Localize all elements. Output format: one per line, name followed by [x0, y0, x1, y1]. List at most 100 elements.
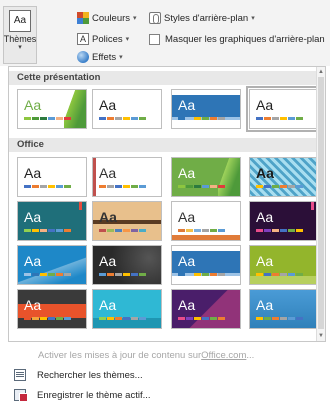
theme-thumbnail-berlin[interactable]: Aa [17, 289, 87, 329]
color-swatch [186, 273, 193, 276]
theme-thumbnail-retrospect[interactable]: Aa [171, 201, 241, 241]
color-swatch [218, 117, 225, 120]
color-swatch [280, 185, 287, 188]
chevron-down-icon: ▾ [18, 44, 22, 51]
color-swatch [99, 185, 106, 188]
color-swatch [123, 229, 130, 232]
background-styles-button[interactable]: Styles d'arrière-plan ▾ [149, 11, 255, 25]
fonts-button[interactable]: A Polices ▾ [77, 32, 129, 46]
theme-thumbnail-ion-dark[interactable]: Aa [17, 201, 87, 241]
color-swatch [186, 185, 193, 188]
checkbox-icon[interactable] [149, 33, 160, 45]
color-swatch [56, 317, 63, 320]
color-swatch [296, 117, 303, 120]
themes-gallery: Cette présentation Aa Aa Aa Aa Office Aa Aa A… [8, 66, 326, 342]
theme-color-swatches [178, 185, 225, 188]
theme-thumbnail-mesh-dark[interactable]: Aa [92, 245, 162, 285]
theme-thumbnail-integral-blue[interactable]: Aa [17, 245, 87, 285]
color-swatch [99, 273, 106, 276]
theme-thumbnail-office-2013[interactable]: Aa [92, 157, 162, 197]
scroll-up-icon[interactable]: ▲ [317, 68, 325, 76]
save-current-theme-item[interactable]: Enregistrer le thème actif... [14, 388, 151, 402]
theme-sample-text: Aa [99, 165, 117, 181]
theme-thumbnail-view[interactable]: Aa [92, 289, 162, 329]
theme-thumbnail-ion-pattern[interactable]: Aa [249, 157, 319, 197]
scrollbar-thumb[interactable] [318, 77, 324, 329]
color-swatch [202, 185, 209, 188]
color-swatch [24, 229, 31, 232]
theme-color-swatches [178, 317, 225, 320]
theme-color-swatches [178, 273, 225, 276]
color-swatch [272, 273, 279, 276]
effects-button[interactable]: Effets ▾ [77, 50, 123, 64]
theme-color-swatches [24, 229, 71, 232]
color-swatch [40, 273, 47, 276]
theme-sample-text: Aa [99, 209, 117, 225]
theme-thumbnail-organic-purple[interactable]: Aa [249, 201, 319, 241]
color-swatch [139, 117, 146, 120]
color-swatch [178, 229, 185, 232]
color-swatch [272, 317, 279, 320]
effects-icon [77, 51, 89, 63]
color-swatch [64, 117, 71, 120]
color-swatch [115, 317, 122, 320]
theme-thumbnail-office-theme[interactable]: Aa [92, 89, 162, 129]
theme-thumbnail-green-facet[interactable]: Aa [17, 89, 87, 129]
color-swatch [48, 317, 55, 320]
theme-thumbnail-facet[interactable]: Aa [171, 157, 241, 197]
color-swatch [139, 317, 146, 320]
section-header-office: Office [9, 138, 317, 152]
theme-color-swatches [256, 229, 303, 232]
color-swatch [178, 273, 185, 276]
accent-decoration [79, 202, 82, 210]
color-swatch [99, 229, 106, 232]
theme-sample-text: Aa [178, 297, 196, 313]
color-swatch [107, 273, 114, 276]
color-swatch [131, 273, 138, 276]
browse-themes-item[interactable]: Rechercher les thèmes... [14, 368, 143, 382]
theme-thumbnail-savon[interactable]: Aa [249, 289, 319, 329]
color-swatch [272, 117, 279, 120]
color-swatch [48, 185, 55, 188]
color-swatch [296, 273, 303, 276]
color-swatch [288, 273, 295, 276]
colors-button[interactable]: Couleurs ▾ [77, 11, 137, 25]
themes-button[interactable]: Aa Thèmes ▾ [3, 6, 37, 64]
enable-updates-suffix: ... [246, 349, 255, 361]
color-swatch [24, 185, 31, 188]
retro-band [172, 235, 240, 240]
color-swatch [288, 185, 295, 188]
theme-thumbnail-slice[interactable]: Aa [171, 245, 241, 285]
theme-sample-text: Aa [178, 97, 196, 113]
gallery-scrollbar[interactable]: ▲ ▼ [316, 67, 325, 341]
color-swatch [256, 117, 263, 120]
color-swatch [194, 185, 201, 188]
theme-thumbnail-blue-banner[interactable]: Aa [171, 89, 241, 129]
theme-sample-text: Aa [24, 97, 42, 113]
theme-sample-text: Aa [256, 297, 274, 313]
color-swatch [32, 229, 39, 232]
color-swatch [115, 185, 122, 188]
color-swatch [218, 273, 225, 276]
colors-label: Couleurs [92, 12, 131, 24]
section-header-current: Cette présentation [9, 71, 317, 85]
color-swatch [280, 273, 287, 276]
theme-thumbnail-office-theme-selected[interactable]: Aa [246, 86, 322, 132]
theme-thumbnail-banded-green[interactable]: Aa [249, 245, 319, 285]
hide-background-graphics-checkbox[interactable]: Masquer les graphiques d'arrière-plan [149, 32, 325, 46]
theme-thumbnail-office-theme[interactable]: Aa [17, 157, 87, 197]
theme-color-swatches [99, 317, 146, 320]
theme-sample-text: Aa [178, 253, 196, 269]
color-swatch [115, 117, 122, 120]
color-swatch [256, 317, 263, 320]
theme-thumbnail-parallax[interactable]: Aa [171, 289, 241, 329]
color-swatch [218, 317, 225, 320]
theme-thumbnail-wood-type[interactable]: Aa [92, 201, 162, 241]
theme-color-swatches [256, 185, 303, 188]
color-swatch [107, 317, 114, 320]
scroll-down-icon[interactable]: ▼ [317, 332, 325, 340]
color-swatch [40, 229, 47, 232]
color-swatch [131, 229, 138, 232]
green-band [250, 276, 318, 284]
color-swatch [32, 117, 39, 120]
